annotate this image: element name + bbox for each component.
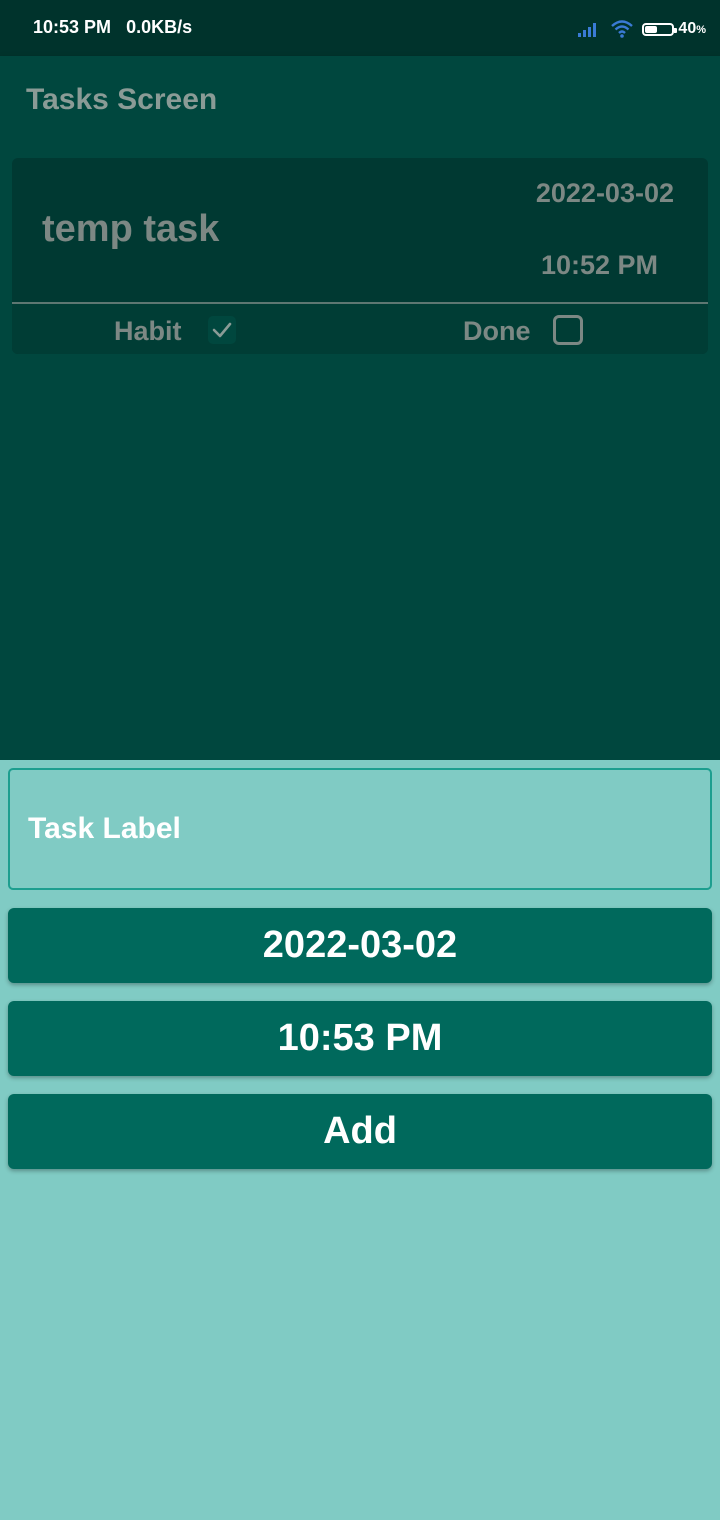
task-card[interactable]: temp task 2022-03-02 10:52 PM Habit Done bbox=[12, 158, 708, 354]
status-time: 10:53 PM bbox=[33, 17, 112, 37]
status-right: 40% bbox=[578, 18, 706, 40]
done-label: Done bbox=[463, 316, 531, 346]
task-name: temp task bbox=[42, 208, 220, 250]
battery-icon bbox=[642, 22, 678, 36]
app-bar: Tasks Screen bbox=[0, 56, 720, 146]
checkmark-icon bbox=[212, 322, 232, 338]
date-picker-button[interactable]: 2022-03-02 bbox=[8, 908, 712, 983]
battery-percent: 40% bbox=[678, 20, 706, 37]
task-list: temp task 2022-03-02 10:52 PM Habit Done bbox=[0, 146, 720, 760]
network-speed: 0.0KB/s bbox=[126, 17, 193, 37]
page-title: Tasks Screen bbox=[26, 83, 218, 116]
done-checkbox[interactable] bbox=[553, 315, 583, 345]
task-label-input[interactable] bbox=[8, 768, 712, 890]
time-picker-button[interactable]: 10:53 PM bbox=[8, 1001, 712, 1076]
wifi-icon bbox=[611, 20, 634, 38]
habit-label: Habit bbox=[114, 316, 182, 346]
task-date: 2022-03-02 bbox=[535, 178, 674, 208]
task-time: 10:52 PM bbox=[540, 250, 658, 280]
status-left: 10:53 PM 0.0KB/s bbox=[33, 17, 192, 38]
task-card-footer: Habit Done bbox=[12, 304, 708, 354]
add-button[interactable]: Add bbox=[8, 1094, 712, 1169]
status-bar: 10:53 PM 0.0KB/s 40% bbox=[0, 0, 720, 56]
habit-checkbox[interactable] bbox=[208, 316, 236, 344]
signal-icon bbox=[578, 23, 597, 37]
